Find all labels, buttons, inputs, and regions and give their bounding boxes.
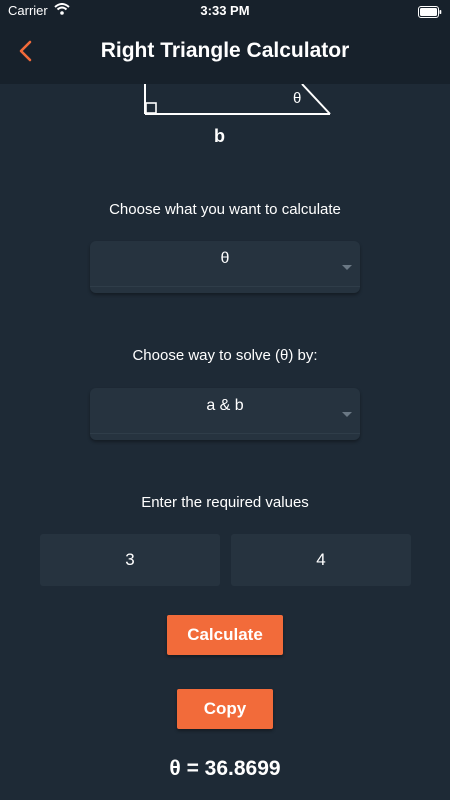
solve-by-label: Choose way to solve (θ) by:: [132, 347, 318, 364]
value-a-input[interactable]: 3: [40, 534, 220, 586]
solve-by-select[interactable]: a & b: [90, 388, 360, 440]
dropdown-arrow-icon: [342, 412, 352, 417]
calculate-button[interactable]: Calculate: [167, 615, 283, 655]
angle-label: θ: [293, 90, 302, 107]
page-title: Right Triangle Calculator: [100, 39, 350, 62]
result-text: θ = 36.8699: [169, 757, 281, 780]
calculate-what-value: θ: [220, 250, 230, 267]
triangle-shape: [144, 83, 331, 115]
side-b-label: b: [214, 126, 225, 146]
select-underline: [90, 286, 360, 287]
calculate-what-select[interactable]: θ: [90, 241, 360, 293]
dropdown-arrow-icon: [342, 265, 352, 270]
status-bar: Carrier 3:33 PM: [0, 0, 450, 24]
status-time: 3:33 PM: [200, 3, 250, 18]
select-underline: [90, 433, 360, 434]
battery-icon: [418, 5, 442, 18]
screen: Carrier 3:33 PM Right Triangle Calculato…: [0, 0, 450, 800]
triangle-diagram: θ b: [130, 83, 340, 154]
value-b-input[interactable]: 4: [231, 534, 411, 586]
solve-by-value: a & b: [206, 397, 244, 414]
calculate-what-label: Choose what you want to calculate: [109, 201, 341, 218]
required-values-label: Enter the required values: [141, 494, 309, 511]
copy-button[interactable]: Copy: [177, 689, 273, 729]
nav-bar: Right Triangle Calculator: [0, 24, 450, 84]
